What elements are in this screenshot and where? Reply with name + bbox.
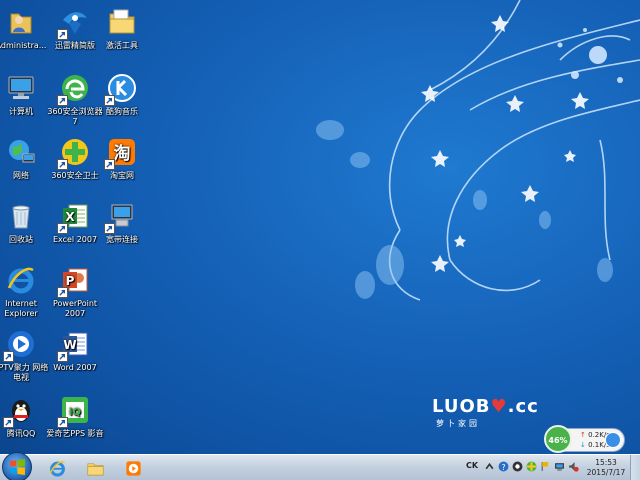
desktop-icon-iqiyi[interactable]: iQ 爱奇艺PPS 影音 (45, 394, 105, 439)
help-icon[interactable]: ? (498, 461, 509, 472)
system-tray: CK ? (466, 459, 586, 477)
logo-text: LUOB (432, 396, 491, 417)
svg-text:iQ: iQ (69, 407, 81, 418)
icon-label: 腾讯QQ (6, 429, 36, 438)
desktop-icon-word[interactable]: W Word 2007 (45, 328, 105, 373)
icon-label: Internet Explorer (4, 299, 38, 318)
input-language[interactable]: CK (466, 461, 478, 470)
svg-text:?: ? (501, 463, 505, 472)
desktop[interactable]: Administra... 迅雷精简版 激活工具 计算机 360安全浏览器7 酷… (0, 0, 640, 480)
speedup-icon[interactable] (605, 432, 621, 448)
icon-label: PowerPoint 2007 (52, 299, 98, 318)
flag-icon[interactable] (540, 461, 551, 472)
desktop-icon-kugou[interactable]: 酷狗音乐 (92, 72, 152, 117)
desktop-icon-broadband[interactable]: 宽带连接 (92, 200, 152, 245)
desktop-icon-taobao[interactable]: 淘 淘宝网 (92, 136, 152, 181)
icon-label: 酷狗音乐 (106, 107, 138, 116)
icon-label: Word 2007 (53, 363, 97, 372)
desktop-icon-powerpoint[interactable]: P PowerPoint 2007 (45, 264, 105, 319)
icon-label: 宽带连接 (106, 235, 138, 244)
luobo-logo: LUOB♥.cc 萝卜家园 (432, 396, 539, 428)
network-status-icon[interactable] (554, 461, 565, 472)
volume-muted-icon[interactable] (568, 461, 579, 472)
logo-suffix: .cc (507, 396, 539, 417)
clock-date: 2015/7/17 (586, 468, 626, 477)
svg-text:W: W (63, 338, 76, 352)
windows-logo-icon (10, 459, 25, 475)
svg-text:X: X (65, 210, 75, 224)
memory-percent[interactable]: 46% (544, 425, 572, 453)
recycle-bin-icon (12, 205, 30, 229)
icon-label: 计算机 (9, 107, 33, 116)
tray-app-icon[interactable] (512, 461, 523, 472)
show-desktop-button[interactable] (630, 455, 640, 480)
internet-explorer-icon (7, 267, 34, 294)
svg-text:淘: 淘 (114, 143, 131, 164)
desktop-icon-activation-tools[interactable]: 激活工具 (92, 6, 152, 51)
icon-label: 回收站 (9, 235, 33, 244)
computer-icon (8, 76, 34, 99)
desktop-icon-recycle-bin[interactable]: 回收站 (0, 200, 51, 245)
start-button[interactable] (2, 452, 32, 480)
taskbar: CK ? 15:53 2015/7/17 (0, 452, 640, 480)
logo-subtitle: 萝卜家园 (436, 419, 480, 428)
svg-text:P: P (66, 274, 75, 288)
icon-label: 爱奇艺PPS 影音 (46, 429, 104, 438)
media-player-taskbar-icon (126, 461, 141, 476)
taskbar-ie[interactable] (40, 456, 74, 479)
desktop-icon-qq[interactable]: 腾讯QQ (0, 394, 51, 439)
system-clock[interactable]: 15:53 2015/7/17 (586, 458, 626, 478)
360-tray-icon[interactable] (526, 461, 537, 472)
administrator-icon (10, 13, 32, 34)
desktop-icon-internet-explorer[interactable]: Internet Explorer (0, 264, 51, 319)
desktop-icon-administrator[interactable]: Administra... (0, 6, 51, 51)
taskbar-media-player[interactable] (116, 456, 150, 479)
icon-label: Administra... (0, 41, 47, 50)
taskbar-explorer[interactable] (78, 456, 112, 479)
icon-label: PPTV聚力 网络电视 (0, 363, 49, 382)
icon-label: 激活工具 (106, 41, 138, 50)
clock-time: 15:53 (595, 458, 617, 467)
desktop-icon-network[interactable]: 网络 (0, 136, 51, 181)
tray-arrow-icon[interactable] (484, 461, 495, 472)
network-speed-widget[interactable]: 46% ↑ 0.2K/s ↓ 0.1K/s (544, 425, 625, 453)
ie-taskbar-icon (49, 461, 66, 477)
folder-icon (109, 9, 135, 34)
desktop-icon-computer[interactable]: 计算机 (0, 72, 51, 117)
desktop-icon-pptv[interactable]: PPTV聚力 网络电视 (0, 328, 51, 383)
icon-label: 淘宝网 (110, 171, 134, 180)
network-icon (9, 140, 35, 163)
icon-label: 网络 (13, 171, 29, 180)
folder-taskbar-icon (87, 463, 104, 476)
